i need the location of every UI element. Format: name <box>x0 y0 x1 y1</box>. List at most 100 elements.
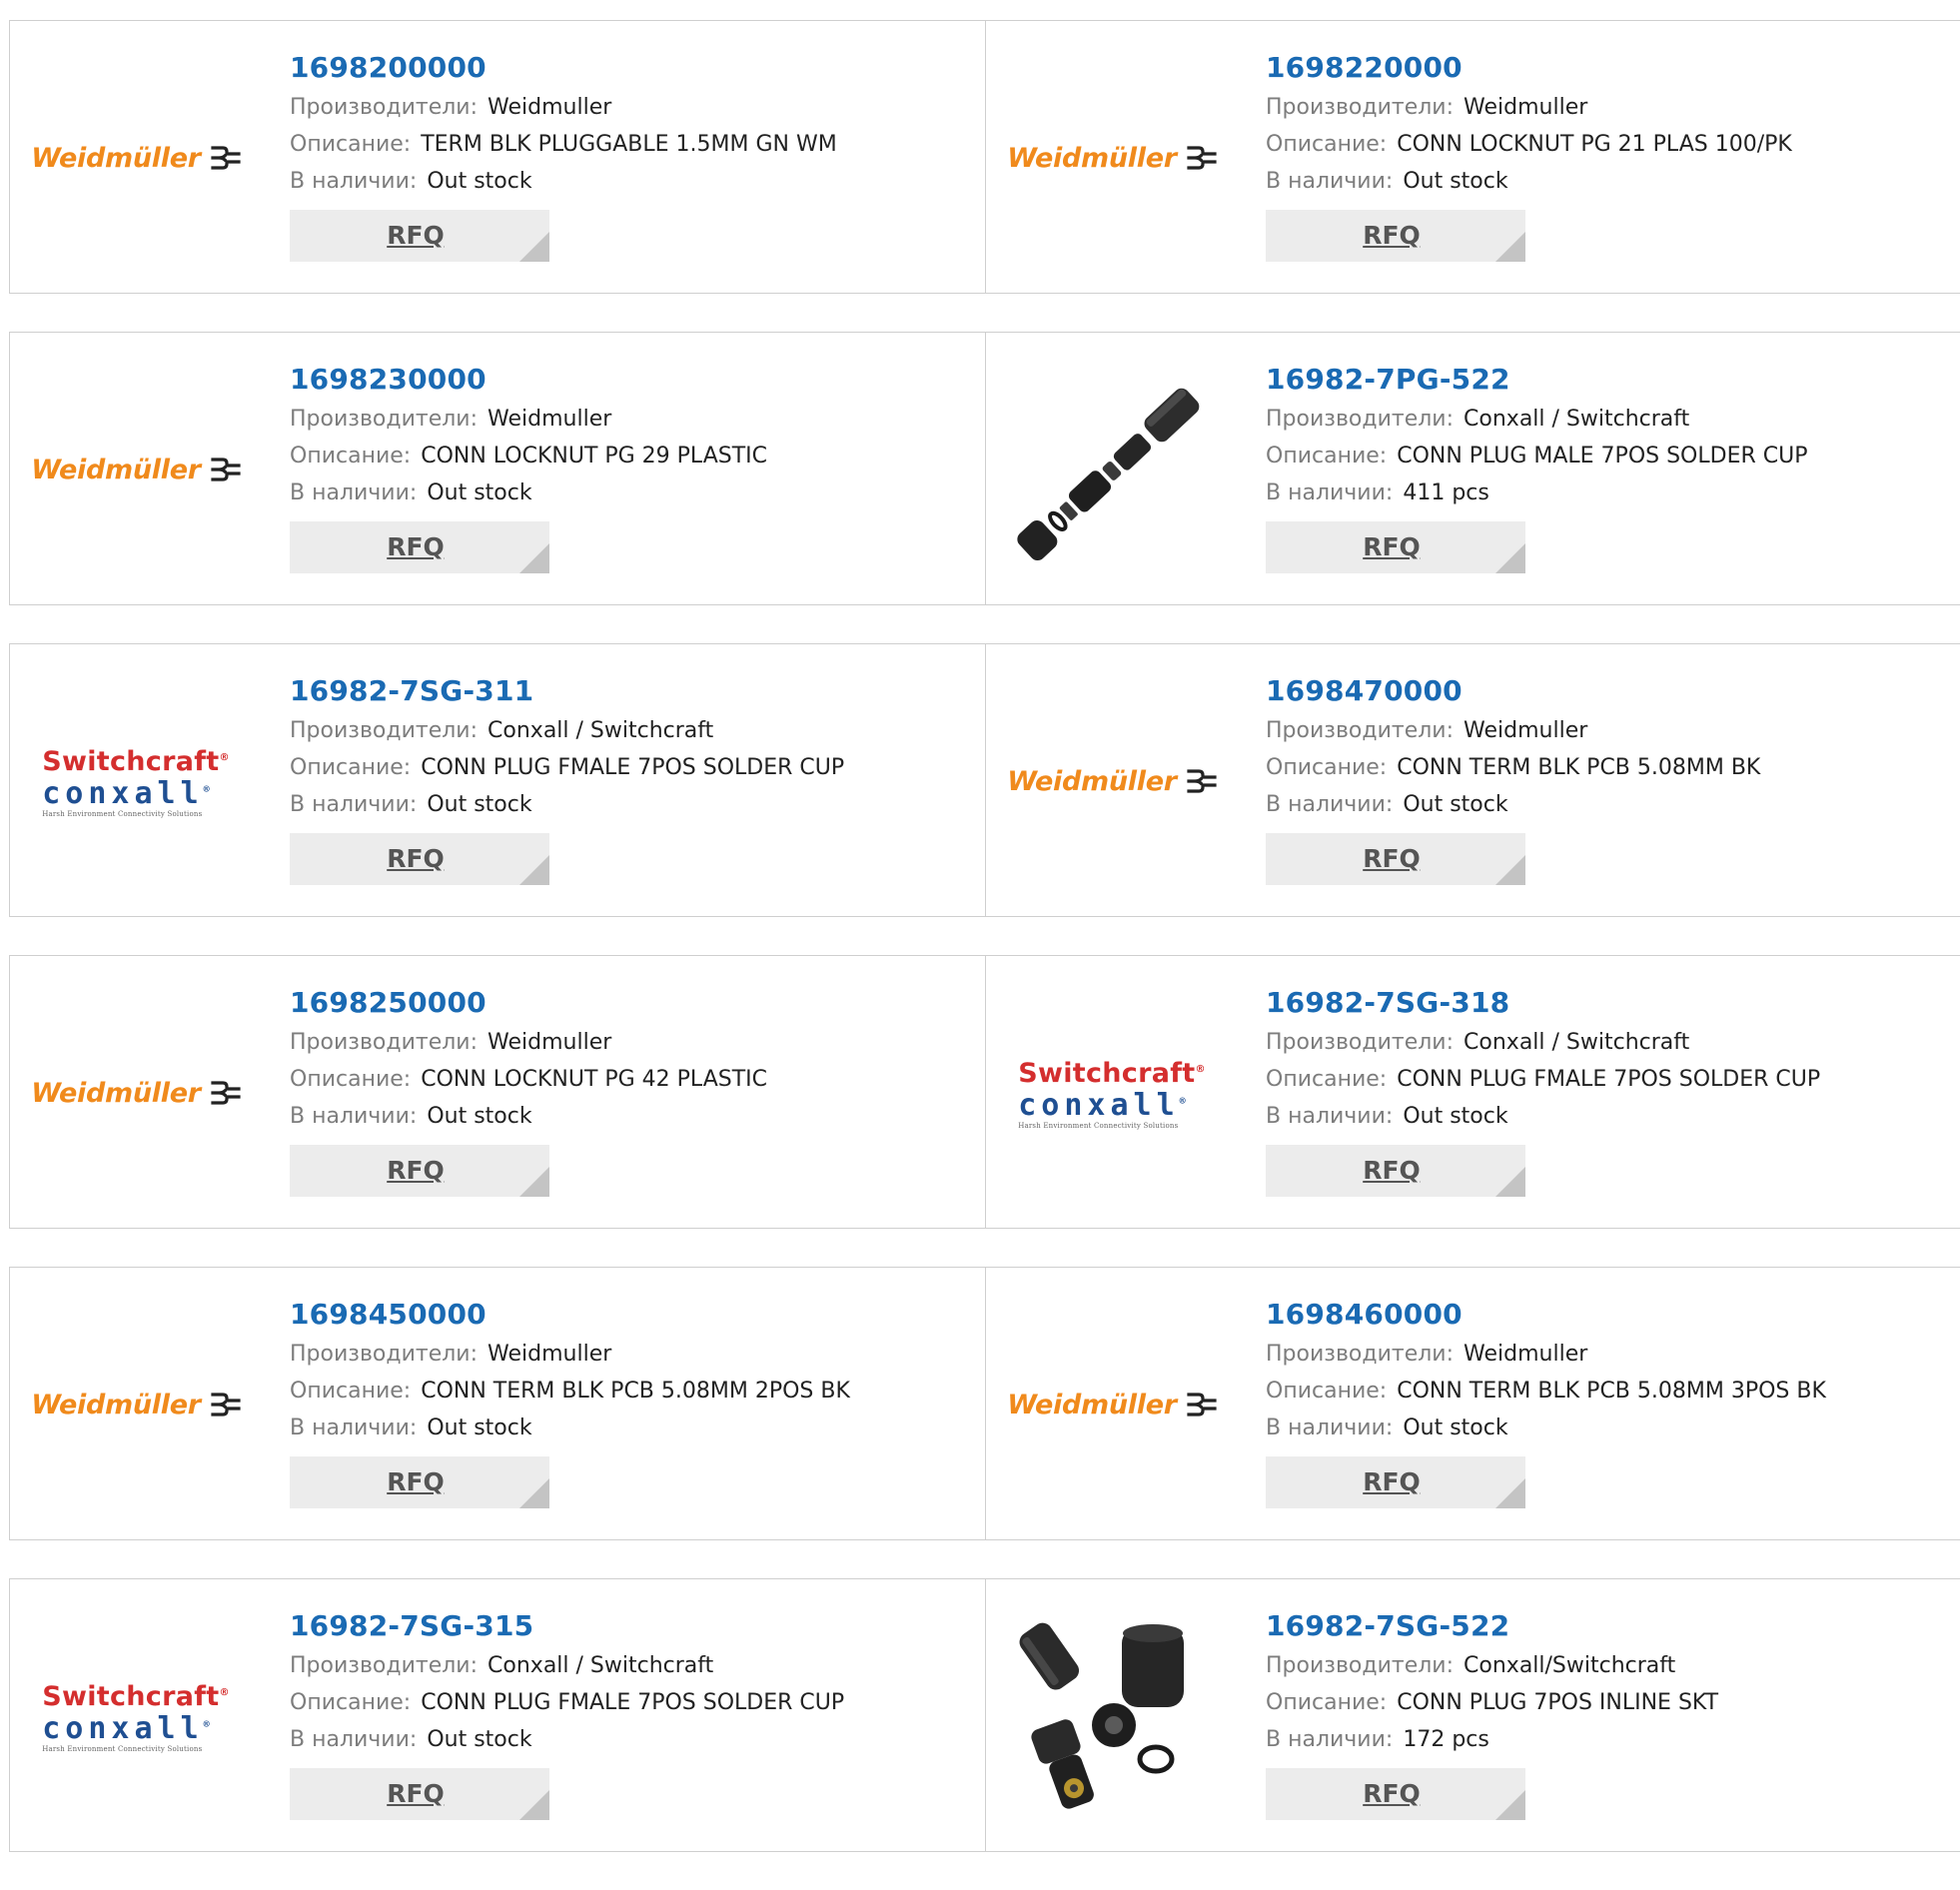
product-info: 16982-7SG-311 Производители: Conxall / Sw… <box>290 670 844 885</box>
rfq-corner-decoration <box>1495 1478 1525 1508</box>
description-value: CONN PLUG FMALE 7POS SOLDER CUP <box>1397 1067 1821 1092</box>
rfq-button[interactable]: RFQ <box>290 521 549 573</box>
product-image[interactable]: Weidmüller <box>31 1302 241 1507</box>
part-number-link[interactable]: 1698470000 <box>1266 670 1760 712</box>
part-number-link[interactable]: 16982-7PG-522 <box>1266 359 1807 401</box>
switchcraft-wordmark: Switchcraft® <box>42 746 230 777</box>
stock-label: В наличии: <box>1266 1416 1394 1440</box>
rfq-button[interactable]: RFQ <box>290 210 549 262</box>
product-image[interactable]: Weidmüller <box>1007 1302 1217 1507</box>
stock-row: В наличии: Out stock <box>290 1721 844 1758</box>
stock-row: В наличии: 411 pcs <box>1266 474 1807 511</box>
description-row: Описание: CONN TERM BLK PCB 5.08MM 3POS B… <box>1266 1373 1826 1410</box>
product-card: Weidmüller 1698230000 Производители: Weid… <box>9 333 986 604</box>
product-image[interactable]: Switchcraft® conxall® Harsh Environment … <box>1008 990 1216 1196</box>
product-image[interactable] <box>1008 1613 1216 1819</box>
conxall-tagline: Harsh Environment Connectivity Solutions <box>42 810 203 818</box>
part-number-link[interactable]: 1698220000 <box>1266 47 1792 89</box>
product-row: Weidmüller 1698450000 Производители: Weid… <box>9 1267 1960 1540</box>
description-value: CONN PLUG 7POS INLINE SKT <box>1397 1690 1719 1715</box>
product-image[interactable]: Weidmüller <box>1007 55 1217 261</box>
rfq-corner-decoration <box>519 855 549 885</box>
product-info: 1698470000 Производители: Weidmuller Опис… <box>1266 670 1760 885</box>
manufacturer-label: Производители: <box>1266 1342 1455 1367</box>
weidmuller-logo-text: Weidmüller <box>1007 1389 1177 1420</box>
description-label: Описание: <box>290 1690 412 1715</box>
product-image[interactable]: Switchcraft® conxall® Harsh Environment … <box>32 1613 240 1819</box>
part-number-link[interactable]: 1698450000 <box>290 1294 850 1336</box>
stock-row: В наличии: Out stock <box>290 474 767 511</box>
product-image[interactable]: Weidmüller <box>31 55 241 261</box>
manufacturer-value: Weidmuller <box>1464 95 1588 120</box>
description-value: CONN TERM BLK PCB 5.08MM BK <box>1397 755 1761 780</box>
description-value: CONN PLUG FMALE 7POS SOLDER CUP <box>421 1690 845 1715</box>
part-number-link[interactable]: 1698460000 <box>1266 1294 1826 1336</box>
part-number-link[interactable]: 16982-7SG-315 <box>290 1605 844 1647</box>
stock-value: Out stock <box>427 169 532 194</box>
part-number-link[interactable]: 16982-7SG-318 <box>1266 982 1820 1024</box>
product-image[interactable]: Switchcraft® conxall® Harsh Environment … <box>32 678 240 884</box>
stock-value: Out stock <box>427 1104 532 1129</box>
rfq-button[interactable]: RFQ <box>290 1145 549 1197</box>
stock-row: В наличии: 172 pcs <box>1266 1721 1718 1758</box>
rfq-corner-decoration <box>519 1167 549 1197</box>
product-image[interactable]: Weidmüller <box>1007 678 1217 884</box>
description-row: Описание: CONN TERM BLK PCB 5.08MM 2POS B… <box>290 1373 850 1410</box>
conxall-wordmark: conxall® <box>1018 1088 1186 1123</box>
stock-value: 172 pcs <box>1403 1727 1489 1752</box>
conxall-tagline: Harsh Environment Connectivity Solutions <box>42 1745 203 1753</box>
product-image[interactable] <box>1008 367 1216 572</box>
stock-label: В наличии: <box>290 1416 418 1440</box>
manufacturer-value: Weidmuller <box>488 407 612 432</box>
rfq-label: RFQ <box>387 1156 445 1185</box>
part-number-link[interactable]: 1698200000 <box>290 47 837 89</box>
manufacturer-label: Производители: <box>290 1030 479 1055</box>
weidmuller-logo: Weidmüller <box>1007 143 1217 174</box>
rfq-button[interactable]: RFQ <box>290 833 549 885</box>
product-card: Weidmüller 1698470000 Производители: Weid… <box>986 644 1960 916</box>
manufacturer-value: Weidmuller <box>1464 718 1588 743</box>
stock-label: В наличии: <box>1266 1104 1394 1129</box>
weidmuller-logo-text: Weidmüller <box>31 1389 201 1420</box>
stock-value: 411 pcs <box>1403 480 1489 505</box>
rfq-button[interactable]: RFQ <box>1266 521 1525 573</box>
stock-row: В наличии: Out stock <box>290 1098 767 1135</box>
description-value: CONN LOCKNUT PG 21 PLAS 100/PK <box>1397 132 1792 157</box>
manufacturer-row: Производители: Weidmuller <box>290 1024 767 1061</box>
weidmuller-logo: Weidmüller <box>31 143 241 174</box>
rfq-label: RFQ <box>1363 1156 1421 1185</box>
product-image[interactable]: Weidmüller <box>31 990 241 1196</box>
product-image[interactable]: Weidmüller <box>31 367 241 572</box>
rfq-corner-decoration <box>1495 855 1525 885</box>
product-card: Weidmüller 1698200000 Производители: Weid… <box>9 21 986 293</box>
weidmuller-logo: Weidmüller <box>31 1389 241 1420</box>
rfq-button[interactable]: RFQ <box>290 1456 549 1508</box>
connector-exploded-photo <box>1017 388 1200 561</box>
part-number-link[interactable]: 1698230000 <box>290 359 767 401</box>
part-number-link[interactable]: 16982-7SG-311 <box>290 670 844 712</box>
part-number-link[interactable]: 16982-7SG-522 <box>1266 1605 1718 1647</box>
manufacturer-row: Производители: Weidmuller <box>290 401 767 438</box>
manufacturer-label: Производители: <box>1266 1030 1455 1055</box>
rfq-button[interactable]: RFQ <box>1266 1456 1525 1508</box>
rfq-button[interactable]: RFQ <box>1266 1768 1525 1820</box>
description-label: Описание: <box>1266 132 1388 157</box>
rfq-button[interactable]: RFQ <box>290 1768 549 1820</box>
switchcraft-conxall-logo: Switchcraft® conxall® Harsh Environment … <box>1018 1056 1206 1131</box>
manufacturer-label: Производители: <box>290 95 479 120</box>
product-info: 16982-7PG-522 Производители: Conxall / Sw… <box>1266 359 1807 573</box>
product-info: 1698230000 Производители: Weidmuller Опис… <box>290 359 767 573</box>
switchcraft-wordmark: Switchcraft® <box>1018 1058 1206 1089</box>
rfq-button[interactable]: RFQ <box>1266 833 1525 885</box>
rfq-button[interactable]: RFQ <box>1266 210 1525 262</box>
product-card: Switchcraft® conxall® Harsh Environment … <box>9 1579 986 1851</box>
conxall-tagline: Harsh Environment Connectivity Solutions <box>1018 1122 1179 1130</box>
product-row: Switchcraft® conxall® Harsh Environment … <box>9 643 1960 917</box>
manufacturer-label: Производители: <box>290 1653 479 1678</box>
manufacturer-value: Conxall/Switchcraft <box>1464 1653 1676 1678</box>
stock-label: В наличии: <box>290 480 418 505</box>
rfq-button[interactable]: RFQ <box>1266 1145 1525 1197</box>
weidmuller-mark-icon <box>211 458 241 481</box>
part-number-link[interactable]: 1698250000 <box>290 982 767 1024</box>
stock-value: Out stock <box>427 1416 532 1440</box>
